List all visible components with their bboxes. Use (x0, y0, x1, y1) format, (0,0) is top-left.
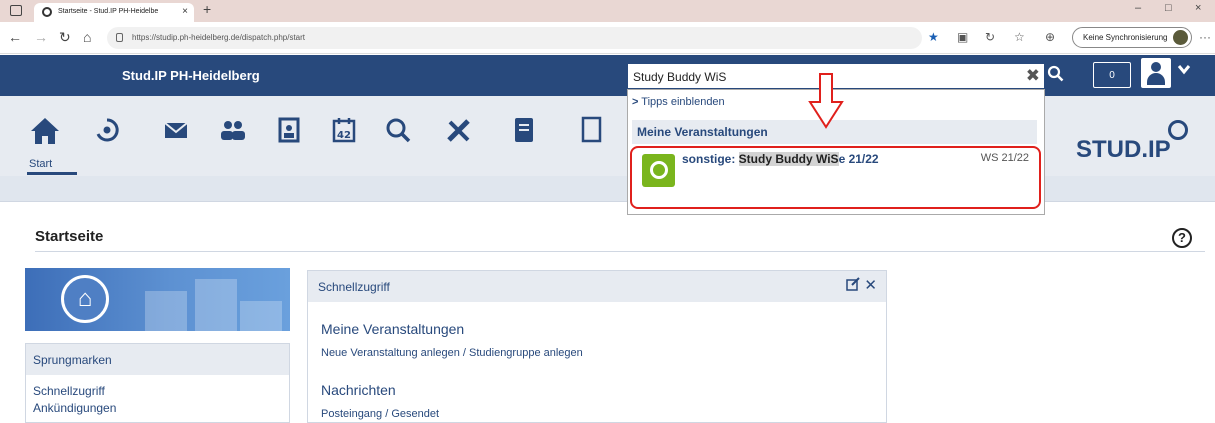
section-title-courses[interactable]: Meine Veranstaltungen (321, 321, 464, 337)
nav-start-label[interactable]: Start (29, 158, 52, 170)
lock-icon (116, 33, 123, 42)
home-icon[interactable] (29, 116, 61, 153)
clear-search-icon[interactable]: ✖ (1026, 66, 1040, 86)
quick-access-widget: Schnellzugriff ✕ Meine Veranstaltungen N… (307, 270, 887, 423)
home-button[interactable]: ⌂ (83, 29, 91, 45)
minimize-button[interactable]: – (1135, 2, 1141, 14)
forward-button[interactable]: → (34, 29, 48, 45)
site-brand[interactable]: Stud.IP PH-Heidelberg (122, 68, 260, 83)
studip-icon[interactable] (93, 116, 121, 151)
new-tab-button[interactable]: + (203, 1, 211, 17)
maximize-button[interactable]: □ (1165, 2, 1172, 14)
notification-counter[interactable]: 0 (1093, 62, 1131, 88)
favorite-star-icon[interactable]: ★ (928, 30, 939, 44)
sync-button[interactable]: Keine Synchronisierung (1072, 27, 1192, 48)
favorites-icon[interactable]: ☆ (1014, 30, 1025, 44)
search-nav-icon[interactable] (384, 116, 412, 151)
edit-icon[interactable] (846, 277, 860, 294)
browser-tab[interactable]: Startseite - Stud.IP PH-Heidelbe × (34, 3, 194, 22)
svg-text:42: 42 (337, 130, 351, 141)
sidebar-jumpmarks: Sprungmarken Schnellzugriff Ankündigunge… (25, 343, 290, 423)
widget-title: Schnellzugriff (318, 280, 390, 294)
result-highlight-annotation (630, 146, 1041, 209)
user-avatar-icon[interactable] (1141, 58, 1171, 88)
mail-icon[interactable] (162, 116, 190, 151)
sidebar-link-ankuendigungen[interactable]: Ankündigungen (33, 401, 116, 415)
url-text: https://studip.ph-heidelberg.de/dispatch… (132, 33, 305, 42)
tab-close-icon[interactable]: × (182, 6, 188, 17)
sidebar-header-image: ⌂ (25, 268, 290, 331)
documents-icon[interactable] (580, 116, 604, 151)
search-input-value: Study Buddy WiS (633, 70, 727, 84)
chevron-down-icon[interactable] (1177, 62, 1191, 81)
extension-icon[interactable]: ▣ (957, 30, 968, 44)
profile-icon[interactable] (275, 116, 303, 151)
help-icon[interactable]: ? (1172, 228, 1192, 248)
sidebar-link-schnellzugriff[interactable]: Schnellzugriff (33, 384, 105, 398)
arrow-down-annotation-icon (808, 73, 844, 129)
studip-favicon-icon (42, 7, 52, 17)
sidebar-heading: Sprungmarken (26, 344, 289, 375)
tips-toggle[interactable]: > Tipps einblenden (632, 96, 725, 108)
section-links-courses[interactable]: Neue Veranstaltung anlegen / Studiengrup… (321, 347, 583, 359)
studip-logo-ring-icon (1168, 120, 1188, 140)
calendar-icon[interactable]: 42 (330, 116, 358, 151)
studip-logo[interactable]: STUD.IP (1076, 136, 1171, 164)
more-menu-icon[interactable]: ··· (1199, 30, 1211, 44)
close-window-button[interactable]: × (1195, 2, 1201, 14)
widget-header: Schnellzugriff ✕ (308, 271, 886, 302)
tools-icon[interactable] (444, 116, 474, 151)
home-icon: ⌂ (61, 275, 109, 323)
page-title: Startseite (35, 228, 104, 245)
close-icon[interactable]: ✕ (864, 276, 877, 294)
files-icon[interactable] (512, 116, 536, 151)
community-icon[interactable] (218, 116, 248, 151)
window-menu-icon[interactable] (10, 5, 22, 16)
profile-avatar (1173, 30, 1188, 45)
collections-icon[interactable]: ⊕ (1045, 30, 1055, 44)
tab-title: Startseite - Stud.IP PH-Heidelbe (58, 8, 159, 15)
active-tab-indicator (27, 172, 77, 175)
title-divider (35, 251, 1205, 252)
browser-toolbar: ← → ↻ ⌂ https://studip.ph-heidelberg.de/… (0, 22, 1215, 54)
reload-button[interactable]: ↻ (59, 29, 71, 46)
sync-label: Keine Synchronisierung (1083, 33, 1168, 42)
url-field[interactable]: https://studip.ph-heidelberg.de/dispatch… (107, 27, 922, 49)
back-button[interactable]: ← (8, 29, 22, 45)
browser-tab-bar: Startseite - Stud.IP PH-Heidelbe × + – □… (0, 0, 1215, 22)
refresh-extension-icon[interactable]: ↻ (985, 30, 995, 44)
section-title-messages[interactable]: Nachrichten (321, 382, 396, 398)
section-links-messages[interactable]: Posteingang / Gesendet (321, 408, 439, 420)
search-icon[interactable] (1047, 65, 1064, 87)
